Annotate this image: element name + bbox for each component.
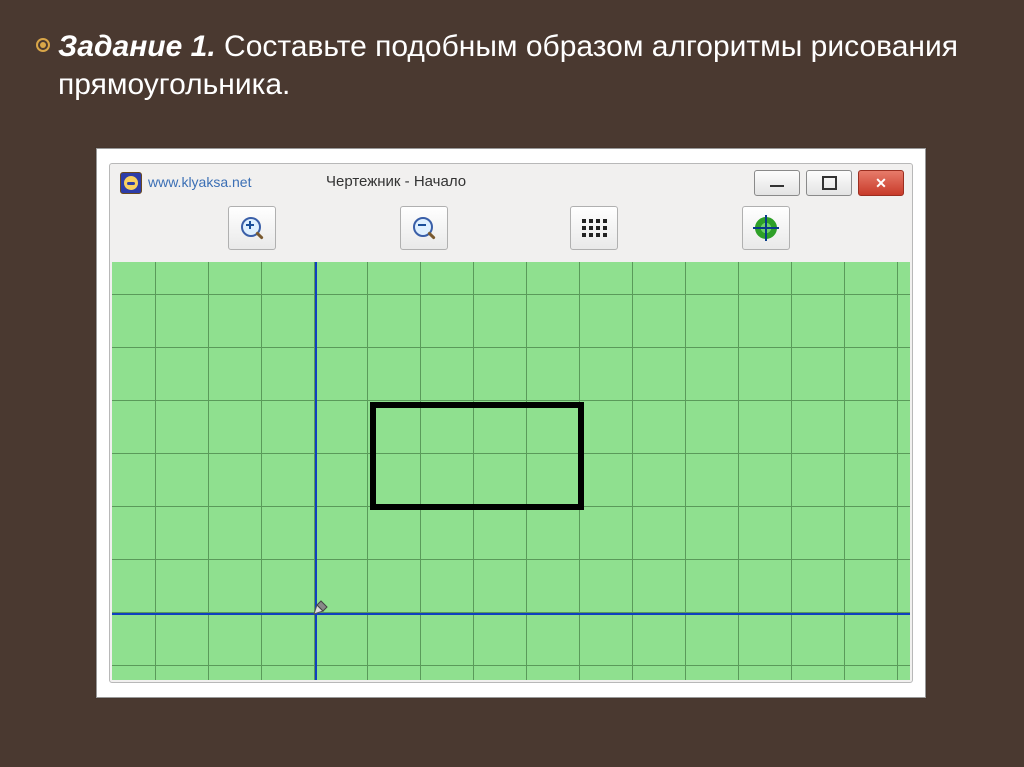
close-button[interactable]: ✕ [858,170,904,196]
fit-view-icon [755,217,777,239]
maximize-icon [822,176,837,190]
slide: Задание 1. Составьте подобным образом ал… [0,0,1024,767]
window-controls: ✕ [754,170,904,196]
toolbar [110,200,912,256]
close-icon: ✕ [875,176,887,190]
pen-cursor-icon [312,598,330,616]
fit-view-button[interactable] [742,206,790,250]
window-title: Чертежник - Начало [326,173,466,190]
minimize-button[interactable] [754,170,800,196]
grid-icon [582,219,607,237]
minimize-icon [770,185,784,187]
bullet-icon [36,38,50,52]
drawing-canvas[interactable] [112,262,910,680]
titlebar: www.klyaksa.net Чертежник - Начало ✕ [110,164,912,200]
zoom-out-button[interactable] [400,206,448,250]
app-window: www.klyaksa.net Чертежник - Начало ✕ [96,148,926,698]
y-axis [315,262,317,680]
site-url: www.klyaksa.net [148,174,251,190]
grid-toggle-button[interactable] [570,206,618,250]
zoom-in-button[interactable] [228,206,276,250]
app-icon [120,172,142,194]
task-label: Задание 1. [58,30,216,63]
window-chrome: www.klyaksa.net Чертежник - Начало ✕ [109,163,913,683]
zoom-in-icon [241,217,263,239]
x-axis [112,613,910,615]
drawn-rectangle [370,402,584,510]
maximize-button[interactable] [806,170,852,196]
zoom-out-icon [413,217,435,239]
task-text: Задание 1. Составьте подобным образом ал… [58,28,984,103]
